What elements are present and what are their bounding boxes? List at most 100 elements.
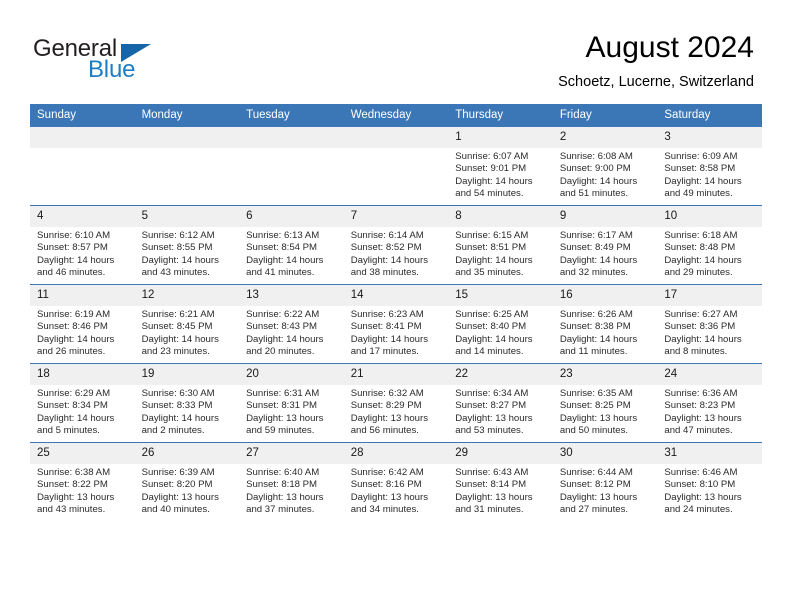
daylight-duration-line1: Daylight: 14 hours: [246, 254, 324, 266]
sunrise-time: Sunrise: 6:35 AM: [559, 388, 633, 399]
calendar-day-cell[interactable]: 20 Sunrise: 6:31 AM Sunset: 8:31 PM Dayligh…: [239, 363, 344, 443]
calendar-day-cell[interactable]: 30 Sunrise: 6:44 AM Sunset: 8:12 PM Dayligh…: [552, 442, 658, 521]
sunset-time: Sunset: 8:58 PM: [664, 163, 736, 175]
day-details: Sunrise: 6:09 AM Sunset: 8:58 PM Daylight:…: [657, 148, 762, 201]
calendar-day-cell[interactable]: 7 Sunrise: 6:14 AM Sunset: 8:52 PM Daylight…: [343, 205, 449, 285]
calendar-day-cell[interactable]: 3 Sunrise: 6:09 AM Sunset: 8:58 PM Daylight…: [657, 126, 762, 206]
calendar-day-cell[interactable]: 11 Sunrise: 6:19 AM Sunset: 8:46 PM Dayligh…: [30, 284, 135, 364]
calendar-day-cell[interactable]: 16 Sunrise: 6:26 AM Sunset: 8:38 PM Dayligh…: [552, 284, 658, 364]
calendar-day-cell[interactable]: 8 Sunrise: 6:15 AM Sunset: 8:51 PM Daylight…: [448, 205, 553, 285]
calendar-day-cell[interactable]: 2 Sunrise: 6:08 AM Sunset: 9:00 PM Daylight…: [552, 126, 658, 206]
daylight-duration-line1: Daylight: 14 hours: [664, 333, 742, 345]
sunrise-time: Sunrise: 6:42 AM: [350, 467, 424, 478]
calendar-day-cell[interactable]: 22 Sunrise: 6:34 AM Sunset: 8:27 PM Dayligh…: [448, 363, 553, 443]
calendar-day-cell[interactable]: 12 Sunrise: 6:21 AM Sunset: 8:45 PM Dayligh…: [134, 284, 240, 364]
calendar-day-cell[interactable]: 25 Sunrise: 6:38 AM Sunset: 8:22 PM Dayligh…: [30, 442, 135, 521]
calendar-day-cell[interactable]: 29 Sunrise: 6:43 AM Sunset: 8:14 PM Dayligh…: [448, 442, 553, 521]
sunrise-time: Sunrise: 6:07 AM: [455, 151, 529, 162]
day-details: Sunrise: 6:17 AM Sunset: 8:49 PM Daylight:…: [553, 227, 658, 280]
sunrise-time: Sunrise: 6:27 AM: [664, 309, 738, 320]
weekday-header-row: Sunday Monday Tuesday Wednesday Thursday Frid…: [30, 104, 762, 127]
page-subtitle: Schoetz, Lucerne, Switzerland: [558, 74, 754, 90]
day-number: 7: [343, 206, 449, 227]
daylight-duration-line2: and 34 minutes.: [350, 504, 419, 516]
daylight-duration-line1: Daylight: 14 hours: [664, 254, 742, 266]
daylight-duration-line2: and 56 minutes.: [350, 425, 419, 437]
sunrise-time: Sunrise: 6:29 AM: [37, 388, 111, 399]
day-number: 21: [343, 364, 449, 385]
daylight-duration-line1: Daylight: 13 hours: [350, 491, 429, 503]
calendar-day-cell[interactable]: 21 Sunrise: 6:32 AM Sunset: 8:29 PM Dayligh…: [343, 363, 449, 443]
sunset-time: Sunset: 8:29 PM: [350, 400, 422, 412]
calendar-day-cell[interactable]: 5 Sunrise: 6:12 AM Sunset: 8:55 PM Daylight…: [134, 205, 240, 285]
sunset-time: Sunset: 9:00 PM: [559, 163, 631, 175]
calendar-day-cell[interactable]: 23 Sunrise: 6:35 AM Sunset: 8:25 PM Dayligh…: [552, 363, 658, 443]
day-details: Sunrise: 6:30 AM Sunset: 8:33 PM Daylight:…: [135, 385, 240, 438]
calendar-day-cell-empty: [134, 126, 240, 206]
daylight-duration-line1: Daylight: 14 hours: [350, 333, 429, 345]
calendar-day-cell[interactable]: 26 Sunrise: 6:39 AM Sunset: 8:20 PM Dayligh…: [134, 442, 240, 521]
day-number: 18: [30, 364, 135, 385]
daylight-duration-line1: Daylight: 13 hours: [141, 491, 219, 503]
daylight-duration-line1: Daylight: 13 hours: [246, 412, 324, 424]
daylight-duration-line2: and 43 minutes.: [37, 504, 106, 516]
calendar-day-cell[interactable]: 31 Sunrise: 6:46 AM Sunset: 8:10 PM Dayligh…: [657, 442, 762, 521]
sunrise-time: Sunrise: 6:34 AM: [455, 388, 529, 399]
calendar-day-cell[interactable]: 19 Sunrise: 6:30 AM Sunset: 8:33 PM Dayligh…: [134, 363, 240, 443]
calendar-day-cell[interactable]: 27 Sunrise: 6:40 AM Sunset: 8:18 PM Dayligh…: [239, 442, 344, 521]
page-title: August 2024: [585, 31, 754, 64]
day-number: 31: [657, 443, 762, 464]
calendar-day-cell[interactable]: 15 Sunrise: 6:25 AM Sunset: 8:40 PM Dayligh…: [448, 284, 553, 364]
calendar-day-cell[interactable]: 28 Sunrise: 6:42 AM Sunset: 8:16 PM Dayligh…: [343, 442, 449, 521]
day-number: 8: [448, 206, 553, 227]
day-details: Sunrise: 6:14 AM Sunset: 8:52 PM Daylight:…: [344, 227, 449, 280]
sunrise-time: Sunrise: 6:15 AM: [455, 230, 529, 241]
sunset-time: Sunset: 8:14 PM: [455, 479, 527, 491]
weekday-header-sunday: Sunday: [30, 104, 135, 127]
day-number: 14: [343, 285, 449, 306]
sunset-time: Sunset: 8:18 PM: [246, 479, 318, 491]
day-details: Sunrise: 6:26 AM Sunset: 8:38 PM Daylight:…: [553, 306, 658, 359]
sunrise-sunset-calendar: Sunday Monday Tuesday Wednesday Thursday Frid…: [30, 104, 762, 521]
daylight-duration-line1: Daylight: 13 hours: [350, 412, 429, 424]
day-number: 3: [657, 127, 762, 148]
day-number: 29: [448, 443, 553, 464]
calendar-day-cell[interactable]: 6 Sunrise: 6:13 AM Sunset: 8:54 PM Daylight…: [239, 205, 344, 285]
day-number: [343, 127, 449, 148]
day-number: 5: [134, 206, 240, 227]
calendar-day-cell[interactable]: 4 Sunrise: 6:10 AM Sunset: 8:57 PM Daylight…: [30, 205, 135, 285]
sunrise-time: Sunrise: 6:40 AM: [246, 467, 320, 478]
daylight-duration-line1: Daylight: 13 hours: [246, 491, 324, 503]
daylight-duration-line2: and 59 minutes.: [246, 425, 315, 437]
daylight-duration-line2: and 29 minutes.: [664, 267, 733, 279]
daylight-duration-line2: and 27 minutes.: [559, 504, 629, 516]
calendar-day-cell[interactable]: 24 Sunrise: 6:36 AM Sunset: 8:23 PM Dayligh…: [657, 363, 762, 443]
calendar-week-row: 18 Sunrise: 6:29 AM Sunset: 8:34 PM Dayligh…: [30, 363, 762, 443]
calendar-day-cell[interactable]: 1 Sunrise: 6:07 AM Sunset: 9:01 PM Daylight…: [448, 126, 553, 206]
daylight-duration-line1: Daylight: 14 hours: [37, 254, 115, 266]
day-details: Sunrise: 6:29 AM Sunset: 8:34 PM Daylight:…: [30, 385, 135, 438]
calendar-day-cell[interactable]: 10 Sunrise: 6:18 AM Sunset: 8:48 PM Dayligh…: [657, 205, 762, 285]
sunset-time: Sunset: 8:51 PM: [455, 242, 527, 254]
calendar-day-cell[interactable]: 17 Sunrise: 6:27 AM Sunset: 8:36 PM Dayligh…: [657, 284, 762, 364]
weekday-header-monday: Monday: [134, 104, 240, 127]
calendar-body: 1 Sunrise: 6:07 AM Sunset: 9:01 PM Daylight…: [30, 126, 762, 521]
calendar-day-cell[interactable]: 18 Sunrise: 6:29 AM Sunset: 8:34 PM Dayligh…: [30, 363, 135, 443]
day-details: Sunrise: 6:42 AM Sunset: 8:16 PM Daylight:…: [344, 464, 449, 517]
daylight-duration-line1: Daylight: 14 hours: [664, 175, 742, 187]
calendar-day-cell[interactable]: 14 Sunrise: 6:23 AM Sunset: 8:41 PM Dayligh…: [343, 284, 449, 364]
daylight-duration-line2: and 40 minutes.: [141, 504, 210, 516]
day-number: 13: [239, 285, 344, 306]
daylight-duration-line2: and 53 minutes.: [455, 425, 524, 437]
daylight-duration-line1: Daylight: 13 hours: [455, 491, 533, 503]
calendar-day-cell[interactable]: 13 Sunrise: 6:22 AM Sunset: 8:43 PM Dayligh…: [239, 284, 344, 364]
daylight-duration-line2: and 2 minutes.: [141, 425, 205, 437]
day-number: 20: [239, 364, 344, 385]
day-number: 22: [448, 364, 553, 385]
calendar-day-cell[interactable]: 9 Sunrise: 6:17 AM Sunset: 8:49 PM Daylight…: [552, 205, 658, 285]
daylight-duration-line2: and 38 minutes.: [350, 267, 419, 279]
sunset-time: Sunset: 8:54 PM: [246, 242, 318, 254]
calendar-day-cell-empty: [239, 126, 344, 206]
sunset-time: Sunset: 9:01 PM: [455, 163, 527, 175]
sunrise-time: Sunrise: 6:13 AM: [246, 230, 320, 241]
